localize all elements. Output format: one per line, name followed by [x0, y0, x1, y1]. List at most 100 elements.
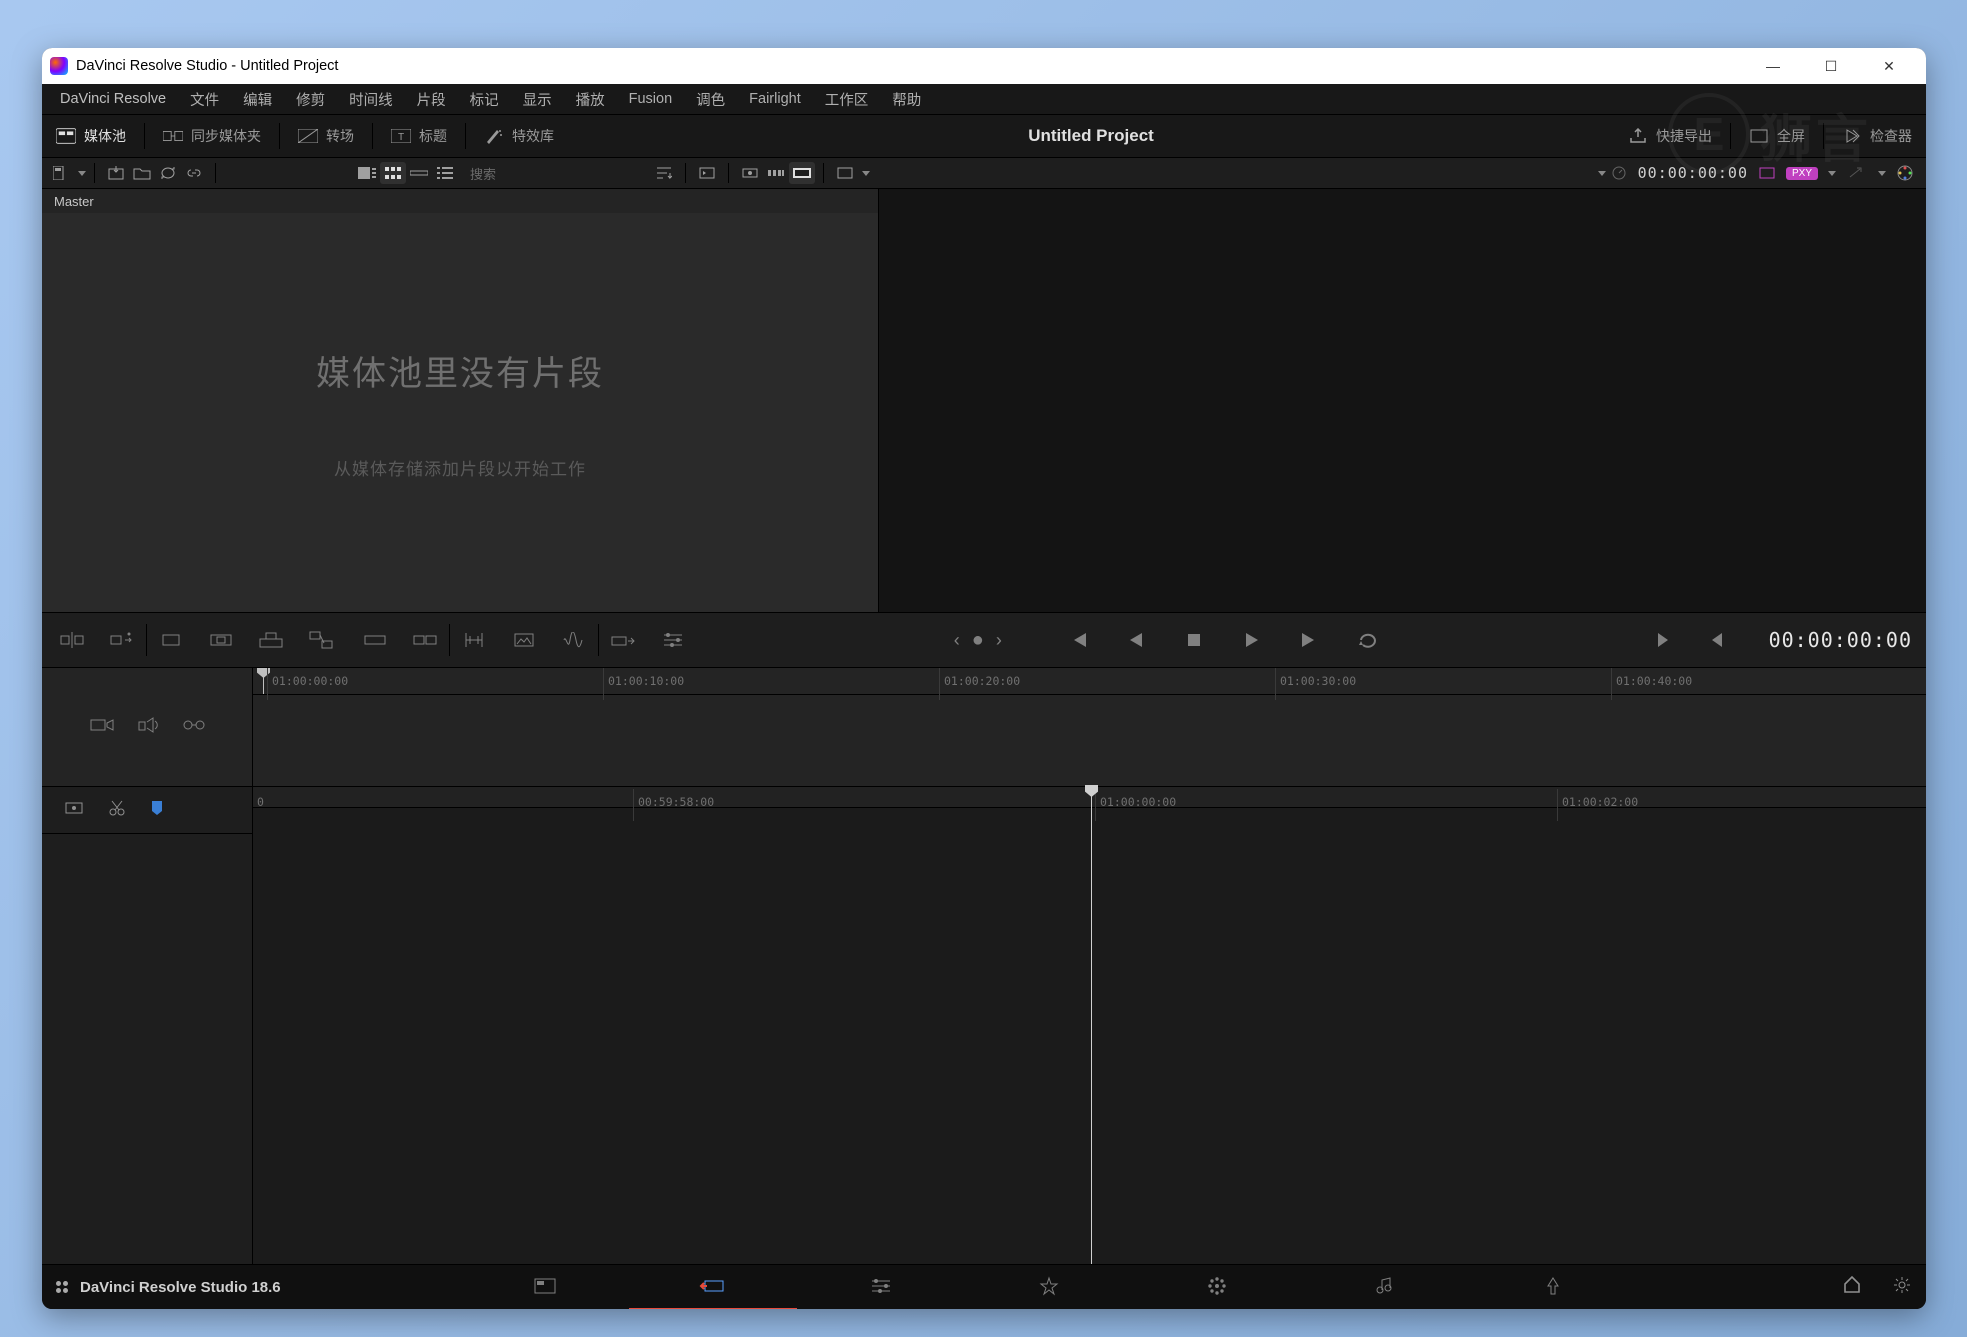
chevron-down-icon[interactable] — [1878, 171, 1886, 176]
page-fairlight[interactable] — [1301, 1264, 1469, 1308]
quick-export-button[interactable]: 快捷导出 — [1614, 115, 1726, 157]
settings-icon[interactable] — [1892, 1275, 1912, 1300]
menu-help[interactable]: 帮助 — [880, 85, 933, 114]
view-metadata-icon[interactable] — [354, 162, 380, 184]
menu-color[interactable]: 调色 — [684, 85, 737, 114]
menu-file[interactable]: 文件 — [178, 85, 231, 114]
fullscreen-icon — [1749, 128, 1769, 144]
transitions-toggle[interactable]: 转场 — [284, 115, 368, 157]
chevron-down-icon[interactable] — [1828, 171, 1836, 176]
resolution-icon[interactable] — [694, 162, 720, 184]
viewer-canvas[interactable] — [879, 189, 1926, 612]
menu-clip[interactable]: 片段 — [405, 85, 458, 114]
mediapool-toggle[interactable]: 媒体池 — [42, 115, 140, 157]
waveform-icon[interactable] — [558, 624, 590, 656]
insert-icon[interactable] — [359, 624, 391, 656]
clip-view-icon[interactable] — [832, 162, 858, 184]
menu-view[interactable]: 显示 — [511, 85, 564, 114]
menu-playback[interactable]: 播放 — [564, 85, 617, 114]
sort-icon[interactable] — [651, 162, 677, 184]
syncbin-toggle[interactable]: 同步媒体夹 — [149, 115, 275, 157]
view-strip-icon[interactable] — [406, 162, 432, 184]
loop-icon[interactable] — [1352, 624, 1384, 656]
page-edit[interactable] — [797, 1264, 965, 1308]
next-edit-icon[interactable] — [1649, 624, 1681, 656]
boring-detector-icon[interactable] — [763, 162, 789, 184]
page-fusion[interactable] — [965, 1264, 1133, 1308]
home-icon[interactable] — [1842, 1275, 1862, 1300]
export-icon — [1628, 128, 1648, 144]
tools-icon[interactable] — [607, 624, 639, 656]
menu-fairlight[interactable]: Fairlight — [737, 87, 813, 111]
fullscreen-button[interactable]: 全屏 — [1735, 115, 1819, 157]
bypass-fx-icon[interactable] — [1842, 162, 1868, 184]
subtitle-track-icon[interactable] — [183, 717, 205, 738]
smart-insert-icon[interactable] — [56, 624, 88, 656]
titles-toggle[interactable]: T 标题 — [377, 115, 461, 157]
page-deliver[interactable] — [1469, 1264, 1637, 1308]
link-icon[interactable] — [181, 162, 207, 184]
stop-icon[interactable] — [1178, 624, 1210, 656]
page-color[interactable] — [1133, 1264, 1301, 1308]
menu-fusion[interactable]: Fusion — [617, 87, 685, 111]
menu-edit[interactable]: 编辑 — [231, 85, 284, 114]
play-icon[interactable] — [1236, 624, 1268, 656]
source-tape-icon[interactable] — [789, 162, 815, 184]
lower-playhead[interactable] — [1091, 787, 1092, 1264]
page-cut[interactable] — [629, 1264, 797, 1309]
binlist-dropdown[interactable] — [48, 162, 74, 184]
menu-timeline[interactable]: 时间线 — [337, 85, 405, 114]
viewer-clip-selector[interactable] — [1594, 171, 1606, 176]
lower-timeline-area[interactable]: 0 00:59:58:00 01:00:00:00 01:00:02:00 — [253, 787, 1926, 1264]
first-frame-icon[interactable] — [1062, 624, 1094, 656]
picture-icon[interactable] — [508, 624, 540, 656]
video-track-icon[interactable] — [89, 716, 115, 739]
view-thumbnail-icon[interactable] — [380, 162, 406, 184]
page-media[interactable] — [461, 1264, 629, 1308]
upper-ruler-area[interactable]: 01:00:00:00 01:00:10:00 01:00:20:00 01:0… — [253, 668, 1926, 786]
snap-icon[interactable] — [64, 800, 84, 821]
append-icon[interactable] — [106, 624, 138, 656]
marker-icon[interactable] — [150, 799, 164, 822]
audio-meter-icon[interactable] — [1606, 162, 1632, 184]
mediapool-header: Master — [42, 189, 878, 213]
chevron-down-icon[interactable] — [862, 171, 870, 176]
close-up-icon[interactable] — [205, 624, 237, 656]
source-overwrite-icon[interactable] — [737, 162, 763, 184]
nav-next-icon[interactable]: › — [996, 630, 1002, 651]
sync-icon[interactable] — [155, 162, 181, 184]
window-close[interactable]: ✕ — [1860, 48, 1918, 84]
import-media-icon[interactable] — [103, 162, 129, 184]
proxy-icon[interactable] — [1754, 162, 1780, 184]
menu-workspace[interactable]: 工作区 — [813, 85, 881, 114]
sliders-icon[interactable] — [657, 624, 689, 656]
source-overwrite-b-icon[interactable] — [305, 624, 337, 656]
nav-current-icon[interactable]: ● — [972, 629, 984, 652]
mediapool-body[interactable]: 媒体池里没有片段 从媒体存储添加片段以开始工作 — [42, 213, 878, 612]
audio-track-icon[interactable] — [137, 716, 161, 739]
inspector-toggle[interactable]: 检查器 — [1828, 115, 1926, 157]
mediapool-empty-hint: 从媒体存储添加片段以开始工作 — [334, 455, 586, 480]
place-on-top-icon[interactable] — [255, 624, 287, 656]
color-wheel-icon[interactable] — [1892, 162, 1918, 184]
menu-mark[interactable]: 标记 — [458, 85, 511, 114]
import-folder-icon[interactable] — [129, 162, 155, 184]
view-list-icon[interactable] — [432, 162, 458, 184]
prev-edit-icon[interactable] — [1699, 624, 1731, 656]
menu-trim[interactable]: 修剪 — [284, 85, 337, 114]
search-input[interactable]: 搜索 — [464, 162, 645, 184]
trim-icon[interactable] — [458, 624, 490, 656]
play-reverse-icon[interactable] — [1120, 624, 1152, 656]
blade-icon[interactable] — [108, 799, 126, 822]
chevron-down-icon[interactable] — [78, 171, 86, 176]
last-frame-icon[interactable] — [1294, 624, 1326, 656]
upper-playhead[interactable] — [263, 668, 264, 694]
ruler-tick: 01:00:30:00 — [1275, 668, 1356, 700]
ripple-overwrite-icon[interactable] — [155, 624, 187, 656]
nav-prev-icon[interactable]: ‹ — [954, 630, 960, 651]
window-minimize[interactable]: — — [1744, 48, 1802, 84]
effects-toggle[interactable]: 特效库 — [470, 115, 568, 157]
window-maximize[interactable]: ☐ — [1802, 48, 1860, 84]
menu-davinci[interactable]: DaVinci Resolve — [48, 87, 178, 111]
overwrite-icon[interactable] — [409, 624, 441, 656]
